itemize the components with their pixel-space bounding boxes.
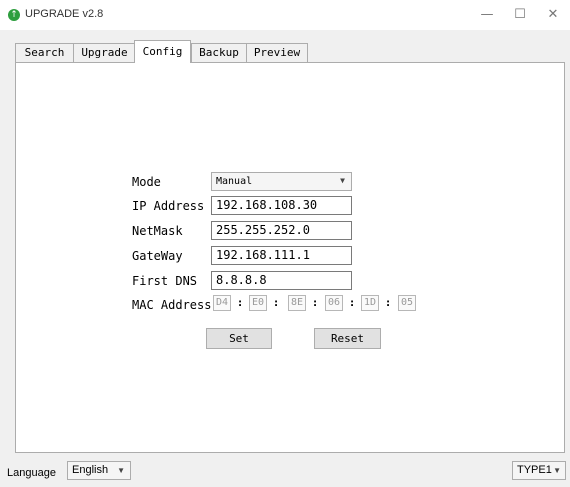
gateway-label: GateWay	[132, 249, 183, 263]
tab-preview[interactable]: Preview	[246, 43, 308, 62]
mode-value: Manual	[216, 176, 253, 187]
window-title: UPGRADE v2.8	[25, 8, 104, 20]
mac-octet-3[interactable]: 8E	[288, 295, 306, 311]
app-upgrade-icon: ↑	[8, 9, 20, 21]
netmask-label: NetMask	[132, 224, 183, 238]
mode-select[interactable]: Manual ▼	[211, 172, 352, 191]
set-button[interactable]: Set	[206, 328, 272, 349]
mac-octet-5[interactable]: 1D	[361, 295, 379, 311]
mac-octet-2[interactable]: E0	[249, 295, 267, 311]
chevron-down-icon: ▼	[117, 466, 125, 475]
mode-label: Mode	[132, 175, 161, 189]
title-bar: ↑ UPGRADE v2.8 — ☐ ✕	[0, 0, 570, 30]
mac-octet-4[interactable]: 06	[325, 295, 343, 311]
ip-address-field[interactable]: 192.168.108.30	[211, 196, 352, 215]
type-select[interactable]: TYPE1 ▼	[512, 461, 566, 480]
netmask-field[interactable]: 255.255.252.0	[211, 221, 352, 240]
mac-octet-6[interactable]: 05	[398, 295, 416, 311]
tab-backup[interactable]: Backup	[191, 43, 247, 62]
first-dns-label: First DNS	[132, 274, 198, 288]
language-value: English	[72, 464, 109, 476]
mac-separator: :	[272, 296, 280, 309]
close-button[interactable]: ✕	[533, 0, 570, 30]
ip-address-label: IP Address	[132, 199, 205, 213]
mac-separator: :	[236, 296, 244, 309]
tab-search[interactable]: Search	[15, 43, 74, 62]
mac-octet-1[interactable]: D4	[213, 295, 231, 311]
reset-button[interactable]: Reset	[314, 328, 381, 349]
type-value: TYPE1	[517, 464, 552, 476]
first-dns-field[interactable]: 8.8.8.8	[211, 271, 352, 290]
language-select[interactable]: English ▼	[67, 461, 131, 480]
tab-config[interactable]: Config	[134, 40, 191, 63]
mac-separator: :	[384, 296, 392, 309]
language-label: Language	[7, 467, 56, 479]
chevron-down-icon: ▼	[340, 176, 345, 185]
mac-address-label: MAC Address	[132, 298, 212, 312]
chevron-down-icon: ▼	[553, 466, 561, 475]
tab-upgrade[interactable]: Upgrade	[73, 43, 136, 62]
gateway-field[interactable]: 192.168.111.1	[211, 246, 352, 265]
mac-separator: :	[348, 296, 356, 309]
mac-separator: :	[311, 296, 319, 309]
